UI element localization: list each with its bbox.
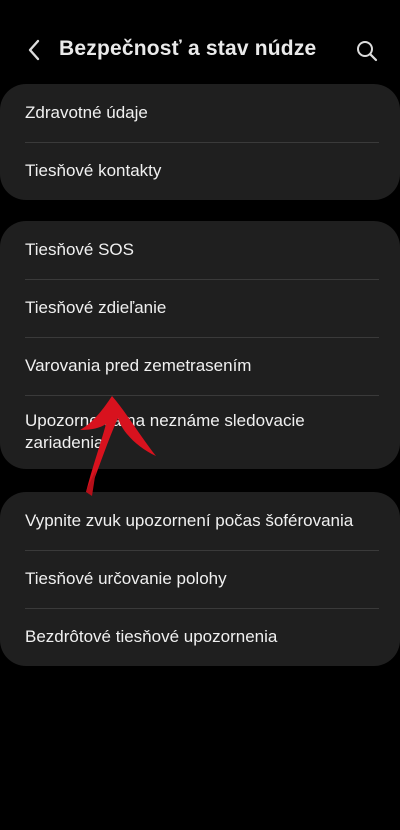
settings-group-emergency: Tiesňové SOS Tiesňové zdieľanie Varovani… bbox=[0, 221, 400, 469]
chevron-left-icon bbox=[28, 39, 40, 61]
page-title: Bezpečnosť a stav núdze bbox=[59, 37, 317, 60]
search-icon bbox=[357, 41, 378, 62]
settings-group-alerts: Vypnite zvuk upozornení počas šoférovani… bbox=[0, 492, 400, 666]
list-item-label: Tiesňové kontakty bbox=[25, 161, 162, 180]
list-item-emergency-contacts[interactable]: Tiesňové kontakty bbox=[0, 142, 400, 200]
back-button[interactable] bbox=[22, 36, 46, 64]
list-item-wireless-emergency-alerts[interactable]: Bezdrôtové tiesňové upozornenia bbox=[0, 608, 400, 666]
list-item-label: Bezdrôtové tiesňové upozornenia bbox=[25, 627, 278, 646]
search-button[interactable] bbox=[354, 38, 380, 64]
list-item-emergency-sharing[interactable]: Tiesňové zdieľanie bbox=[0, 279, 400, 337]
list-item-emergency-location[interactable]: Tiesňové určovanie polohy bbox=[0, 550, 400, 608]
list-item-label: Upozornenia na neznáme sledovacie zariad… bbox=[25, 411, 305, 452]
list-item-emergency-sos[interactable]: Tiesňové SOS bbox=[0, 221, 400, 279]
list-item-label: Tiesňové určovanie polohy bbox=[25, 569, 227, 588]
list-item-label: Zdravotné údaje bbox=[25, 103, 148, 122]
settings-group-health: Zdravotné údaje Tiesňové kontakty bbox=[0, 84, 400, 200]
list-item-label: Vypnite zvuk upozornení počas šoférovani… bbox=[25, 511, 354, 530]
list-item-mute-while-driving[interactable]: Vypnite zvuk upozornení počas šoférovani… bbox=[0, 492, 400, 550]
list-item-label: Varovania pred zemetrasením bbox=[25, 356, 252, 375]
list-item-label: Tiesňové zdieľanie bbox=[25, 298, 167, 317]
list-item-earthquake-alerts[interactable]: Varovania pred zemetrasením bbox=[0, 337, 400, 395]
list-item-unknown-trackers[interactable]: Upozornenia na neznáme sledovacie zariad… bbox=[0, 395, 400, 469]
list-item-health-info[interactable]: Zdravotné údaje bbox=[0, 84, 400, 142]
list-item-label: Tiesňové SOS bbox=[25, 240, 134, 259]
